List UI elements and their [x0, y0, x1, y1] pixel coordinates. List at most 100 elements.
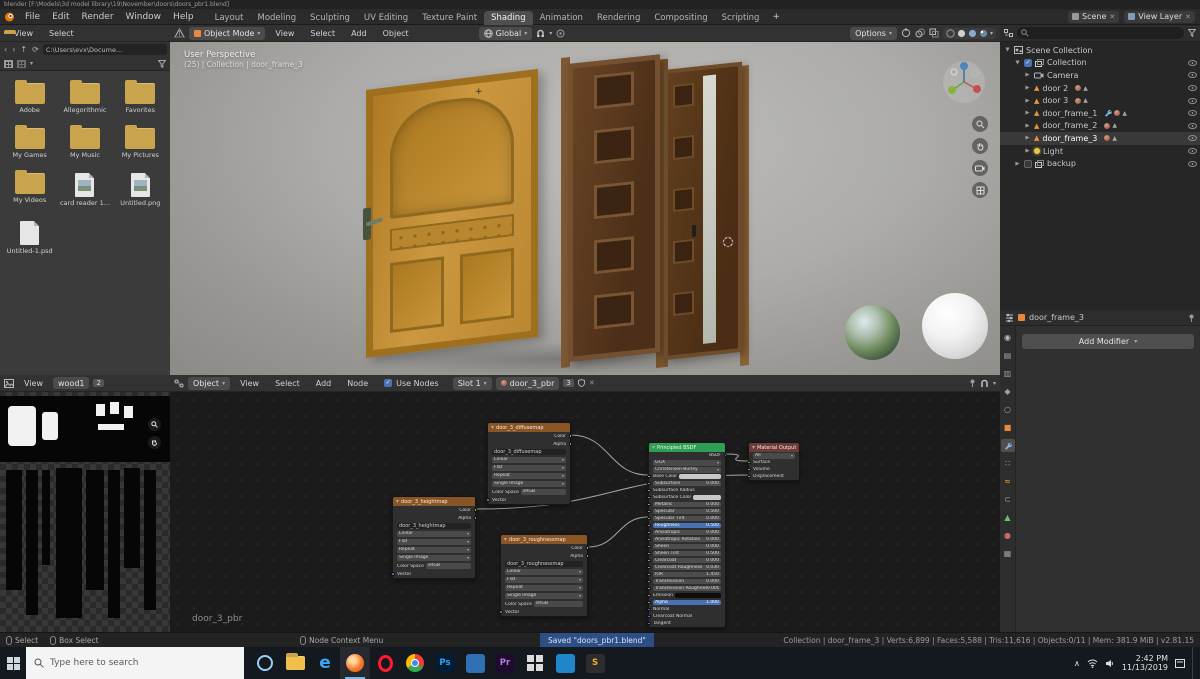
file-item[interactable]: Untitled-1.psd	[2, 215, 57, 263]
value-slider[interactable]: Roughness 0.500	[653, 522, 721, 529]
output-socket[interactable]	[723, 453, 727, 458]
hide-in-viewport-icon[interactable]	[1188, 148, 1197, 155]
viewport-3d[interactable]: + User Perspective (25) | Collection | d…	[170, 42, 1000, 375]
properties-tab-scene[interactable]: ◆	[1001, 385, 1015, 398]
volume-icon[interactable]	[1105, 659, 1115, 668]
collapse-caret-icon[interactable]: ▾	[396, 498, 399, 505]
input-socket[interactable]	[647, 488, 651, 493]
taskbar-app-cortana[interactable]	[250, 647, 280, 679]
node-row[interactable]: Roughness 0.500	[647, 522, 725, 529]
node-row[interactable]: Linear ▾	[393, 530, 475, 538]
tab-modeling[interactable]: Modeling	[250, 11, 303, 25]
taskbar-app-file-explorer[interactable]	[280, 647, 310, 679]
menu-render[interactable]: Render	[76, 12, 120, 22]
node-row[interactable]: door_3_roughnessmap	[501, 560, 587, 568]
expand-arrow-icon[interactable]: ▶	[1024, 85, 1031, 91]
value-slider[interactable]: Specular Tint 0.000	[653, 515, 721, 522]
node-row[interactable]: Single Image ▾	[488, 480, 570, 488]
dropdown-field[interactable]: Linear ▾	[492, 457, 566, 463]
image-zoom-icon[interactable]	[148, 418, 161, 431]
snap-magnet-icon[interactable]	[536, 29, 545, 38]
input-socket[interactable]	[647, 509, 651, 514]
snap-caret-icon[interactable]: ▾	[549, 30, 552, 37]
node-row[interactable]: Subsurface 0.000	[647, 480, 725, 487]
node-row[interactable]: Subsurface Radius	[647, 487, 725, 494]
add-modifier-button[interactable]: Add Modifier ▾	[1022, 334, 1194, 349]
material-badge-icon[interactable]	[1075, 97, 1082, 104]
collapse-caret-icon[interactable]: ▾	[504, 536, 507, 543]
image-editor-menu-view[interactable]: View	[18, 379, 49, 388]
outliner-row[interactable]: ▶ ▲ door 3 ▲	[1000, 94, 1200, 107]
input-socket[interactable]	[486, 498, 490, 502]
dropdown-field[interactable]: Repeat ▾	[492, 473, 566, 479]
xray-toggle-icon[interactable]	[929, 28, 939, 38]
node-output[interactable]: ▾ Material Output All ▾ Surface Volume Displac…	[747, 442, 800, 481]
input-socket[interactable]	[391, 572, 395, 576]
outliner-row[interactable]: ▶ backup	[1000, 157, 1200, 170]
input-socket[interactable]	[747, 474, 751, 479]
outliner-row[interactable]: ▶ ▲ door_frame_1 ▲	[1000, 107, 1200, 120]
value-slider[interactable]: Alpha 1.000	[653, 599, 721, 606]
node-row[interactable]: Specular Tint 0.000	[647, 515, 725, 522]
expand-arrow-icon[interactable]: ▶	[1024, 123, 1031, 129]
node-row[interactable]: Vector	[391, 570, 475, 578]
zoom-tool-icon[interactable]	[972, 116, 988, 132]
use-nodes-checkbox[interactable]: ✓	[384, 379, 393, 387]
taskbar-app-app-blue[interactable]	[460, 647, 490, 679]
file-item[interactable]: My Games	[2, 122, 57, 167]
properties-tab-physics[interactable]: ≈	[1001, 475, 1015, 488]
node-row[interactable]: door_3_diffusemap	[488, 448, 570, 456]
modifier-badge-icon[interactable]	[1104, 109, 1113, 118]
wifi-icon[interactable]	[1087, 659, 1098, 668]
value-slider[interactable]: Transmission Roughness 0.000	[653, 585, 721, 592]
node-row[interactable]: Linear ▾	[488, 456, 570, 464]
input-socket[interactable]	[647, 537, 651, 542]
expand-arrow-icon[interactable]: ▶	[1024, 148, 1031, 154]
viewport-menu-object[interactable]: Object	[377, 29, 415, 38]
collection-checkbox[interactable]: ✓	[1024, 58, 1032, 67]
taskbar-app-app-teal[interactable]	[550, 647, 580, 679]
node-row[interactable]: Alpha 1.000	[647, 599, 725, 606]
collection-checkbox[interactable]	[1024, 159, 1032, 168]
camera-view-icon[interactable]	[972, 160, 988, 176]
input-socket[interactable]	[647, 607, 651, 612]
ortho-grid-icon[interactable]	[972, 182, 988, 198]
node-tex_height[interactable]: ▾ door_3_heightmap Color Alpha door_3_height…	[391, 496, 477, 579]
shader-type-selector[interactable]: Object ▾	[188, 376, 231, 390]
mesh-data-badge-icon[interactable]: ▲	[1112, 135, 1117, 142]
tab-uv-editing[interactable]: UV Editing	[357, 11, 415, 25]
node-row[interactable]: Volume	[747, 466, 799, 473]
node-header[interactable]: ▾ Principled BSDF	[649, 443, 725, 452]
tab-layout[interactable]: Layout	[208, 11, 251, 25]
node-row[interactable]: Clearcoat Normal	[647, 613, 725, 620]
node-row[interactable]: GGX ▾	[649, 459, 725, 466]
path-field[interactable]: C:\Users\evx\Docume...	[42, 44, 167, 55]
properties-editor-icon[interactable]	[1005, 313, 1014, 322]
dropdown-field[interactable]: All ▾	[753, 452, 795, 459]
view-layer-unlink-icon[interactable]: ✕	[1185, 13, 1191, 21]
taskbar-app-blender[interactable]	[340, 647, 370, 679]
expand-arrow-icon[interactable]: ▼	[1004, 47, 1011, 53]
dropdown-field[interactable]: Repeat ▾	[505, 585, 583, 591]
value-slider[interactable]: Sheen 0.000	[653, 543, 721, 550]
node-row[interactable]: Repeat ▾	[488, 472, 570, 480]
node-row[interactable]: Clearcoat 0.000	[647, 557, 725, 564]
file-item[interactable]: My Pictures	[113, 122, 168, 167]
mode-selector[interactable]: Object Mode ▾	[189, 26, 266, 40]
blender-logo-icon[interactable]	[4, 11, 15, 22]
forward-button[interactable]: ›	[11, 45, 16, 54]
shading-wireframe-icon[interactable]	[946, 28, 955, 38]
mesh-data-badge-icon[interactable]: ▲	[1083, 85, 1088, 92]
hide-in-viewport-icon[interactable]	[1188, 85, 1197, 92]
image-users-count[interactable]: 2	[93, 379, 104, 387]
mesh-data-badge-icon[interactable]: ▲	[1083, 97, 1088, 104]
expand-arrow-icon[interactable]: ▶	[1024, 98, 1031, 104]
properties-tab-modifiers[interactable]	[1000, 439, 1015, 452]
fake-user-shield-icon[interactable]	[577, 379, 585, 387]
mesh-data-badge-icon[interactable]: ▲	[1122, 110, 1127, 117]
node-row[interactable]: Color	[488, 432, 572, 440]
mesh-data-badge-icon[interactable]: ▲	[1112, 122, 1117, 129]
shading-solid-icon[interactable]	[957, 29, 966, 38]
dropdown-field[interactable]: Christensen-Burley ▾	[653, 466, 721, 473]
value-slider[interactable]: Transmission 0.000	[653, 578, 721, 585]
